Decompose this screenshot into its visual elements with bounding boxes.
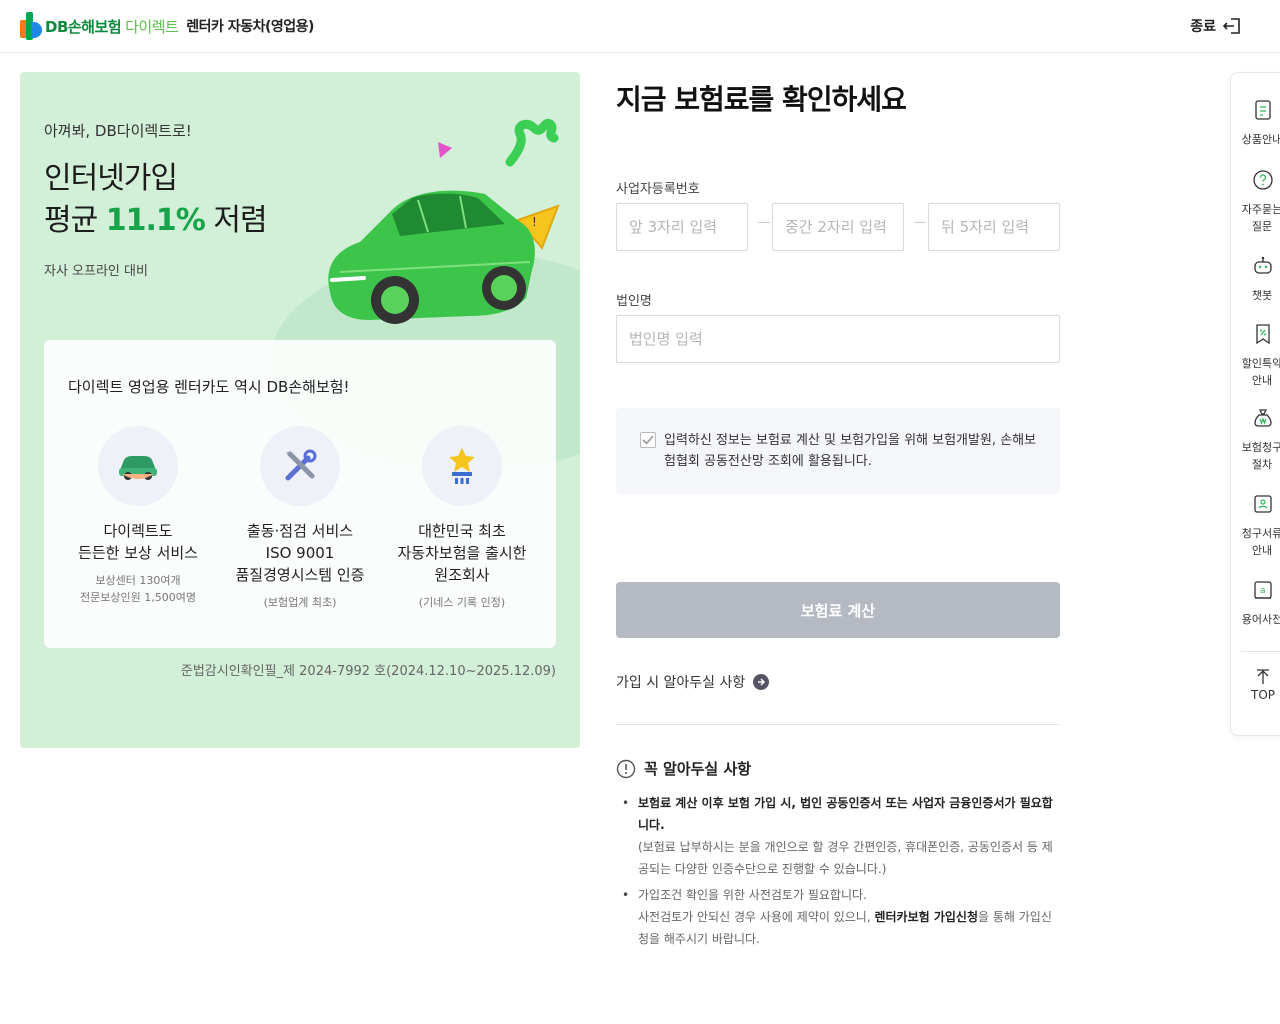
top-label: TOP <box>1250 688 1275 702</box>
arrow-up-icon <box>1257 669 1269 684</box>
feature-compensation: 다이렉트도 든든한 보상 서비스 보상센터 130여개 전문보상인원 1,500… <box>58 426 218 606</box>
promo-headline-line2: 평균 11.1% 저렴 <box>44 203 268 238</box>
business-number-last-input[interactable] <box>928 203 1060 251</box>
arrow-right-icon <box>753 674 770 690</box>
logout-icon <box>1222 18 1240 34</box>
notice-sub-text: (보험료 납부하시는 분을 개인으로 할 경우 간편인증, 휴대폰인증, 공동인… <box>638 840 1053 876</box>
car-service-icon <box>98 426 178 506</box>
business-number-middle-input[interactable] <box>772 203 904 251</box>
calculate-premium-button[interactable]: 보험료 계산 <box>616 582 1060 638</box>
quick-menu-claim-documents[interactable]: 청구서류 안내 <box>1231 493 1280 559</box>
promo-eyebrow: 아껴봐, DB다이렉트로! <box>44 122 192 140</box>
tools-icon <box>260 426 340 506</box>
consent-checkbox[interactable] <box>640 432 656 448</box>
quick-menu-product-info[interactable]: 상품안내 <box>1231 99 1280 148</box>
promo-headline-line1: 인터넷가입 <box>44 161 178 196</box>
quick-menu-divider <box>1241 651 1280 652</box>
notice-link-label: 가입 시 알아두실 사항 <box>616 675 746 691</box>
exit-button[interactable]: 종료 <box>1190 16 1242 36</box>
promo-panel: 아껴봐, DB다이렉트로! 인터넷가입 평균 11.1% 저렴 자사 오프라인 … <box>20 72 580 748</box>
chatbot-icon <box>1254 256 1272 274</box>
quick-menu-claim-process[interactable]: 보험청구 절차 <box>1231 407 1280 473</box>
enrollment-notice-link[interactable]: 가입 시 알아두실 사항 <box>616 672 770 692</box>
exit-label: 종료 <box>1190 19 1216 35</box>
separator-dash <box>914 222 926 223</box>
feature-first-insurer: 대한민국 최초 자동차보험을 출시한 원조회사 (기네스 기록 인정) <box>382 426 542 611</box>
notice-text: 가입조건 확인을 위한 사전검토가 필요합니다. <box>638 888 867 902</box>
page-title: 지금 보험료를 확인하세요 <box>616 83 907 116</box>
feature-roadside: 출동·점검 서비스 ISO 9001 품질경영시스템 인증 (보험업계 최초) <box>220 426 380 611</box>
top-header: DB손해보험 다이렉트 렌터카 자동차(영업용) 종료 <box>0 0 1280 53</box>
check-icon <box>642 435 654 445</box>
important-notice-title: 꼭 알아두실 사항 <box>616 758 751 779</box>
alert-circle-icon <box>616 759 636 778</box>
money-bag-icon <box>1254 409 1272 427</box>
scroll-top-button[interactable]: TOP <box>1231 669 1280 702</box>
section-divider <box>616 724 1060 725</box>
feature-title: 대한민국 최초 자동차보험을 출시한 원조회사 <box>397 522 527 584</box>
notice-strong-text: 보험료 계산 이후 보험 가입 시, 법인 공동인증서 또는 사업자 금융인증서… <box>638 796 1053 832</box>
discount-percent: 11.1% <box>105 203 206 238</box>
page-subtitle: 렌터카 자동차(영업용) <box>186 19 314 35</box>
benefits-card-title: 다이렉트 영업용 렌터카도 역시 DB손해보험! <box>68 378 350 396</box>
feature-title: 출동·점검 서비스 ISO 9001 품질경영시스템 인증 <box>235 522 365 584</box>
claim-doc-icon <box>1254 495 1272 513</box>
brand-logo[interactable]: DB손해보험 다이렉트 렌터카 자동차(영업용) <box>20 12 314 40</box>
business-number-first-input[interactable] <box>616 203 748 251</box>
svg-text:!: ! <box>532 215 537 229</box>
consent-text: 입력하신 정보는 보험료 계산 및 보험가입을 위해 보험개발원, 손해보험협회… <box>664 433 1037 469</box>
question-icon <box>1253 170 1273 190</box>
discount-icon <box>1256 324 1270 345</box>
document-icon <box>1255 100 1271 120</box>
corporation-name-label: 법인명 <box>616 294 652 309</box>
corporation-name-input[interactable] <box>616 315 1060 363</box>
svg-text:a: a <box>1260 586 1266 596</box>
trophy-star-icon <box>422 426 502 506</box>
quick-menu: 상품안내 자주묻는 질문 챗봇 할인특약 안내 보험청구 절차 청구서류 안내 … <box>1230 72 1280 736</box>
quick-menu-chatbot[interactable]: 챗봇 <box>1231 255 1280 304</box>
consent-box: 입력하신 정보는 보험료 계산 및 보험가입을 위해 보험개발원, 손해보험협회… <box>616 408 1060 494</box>
feature-subtitle: 보상센터 130여개 전문보상인원 1,500여명 <box>80 574 196 604</box>
compliance-footnote: 준법감시인확인필_제 2024-7992 호(2024.12.10~2025.1… <box>180 664 556 679</box>
promo-headline: 인터넷가입 평균 11.1% 저렴 <box>44 158 268 242</box>
brand-sub: 다이렉트 <box>125 17 179 36</box>
list-item: 가입조건 확인을 위한 사전검토가 필요합니다. 사전검토가 안되신 경우 사용… <box>622 884 1062 950</box>
feature-subtitle: (보험업계 최초) <box>263 596 337 609</box>
logo-mark-icon <box>20 12 42 40</box>
feature-title: 다이렉트도 든든한 보상 서비스 <box>78 522 198 562</box>
promo-benefits-card: 다이렉트 영업용 렌터카도 역시 DB손해보험! 다이렉트도 든든한 보상 서비… <box>44 340 556 648</box>
feature-subtitle: (기네스 기록 인정) <box>418 596 506 609</box>
dictionary-icon: a <box>1254 581 1272 599</box>
rental-enroll-link-text: 렌터카보험 가입신청 <box>874 910 979 924</box>
promo-note: 자사 오프라인 대비 <box>44 264 148 279</box>
notice-text: 사전검토가 안되신 경우 사용에 제약이 있으니, 렌터카보험 가입신청을 통해… <box>638 910 1052 946</box>
important-notice-list: 보험료 계산 이후 보험 가입 시, 법인 공동인증서 또는 사업자 금융인증서… <box>622 792 1062 954</box>
green-car-illustration: ! <box>328 118 560 324</box>
quick-menu-discount[interactable]: 할인특약 안내 <box>1231 323 1280 389</box>
brand-name: DB손해보험 <box>45 17 122 36</box>
business-number-label: 사업자등록번호 <box>616 182 700 197</box>
separator-dash <box>758 222 770 223</box>
quick-menu-faq[interactable]: 자주묻는 질문 <box>1231 169 1280 235</box>
list-item: 보험료 계산 이후 보험 가입 시, 법인 공동인증서 또는 사업자 금융인증서… <box>622 792 1062 880</box>
quick-menu-glossary[interactable]: a 용어사전 <box>1231 579 1280 628</box>
